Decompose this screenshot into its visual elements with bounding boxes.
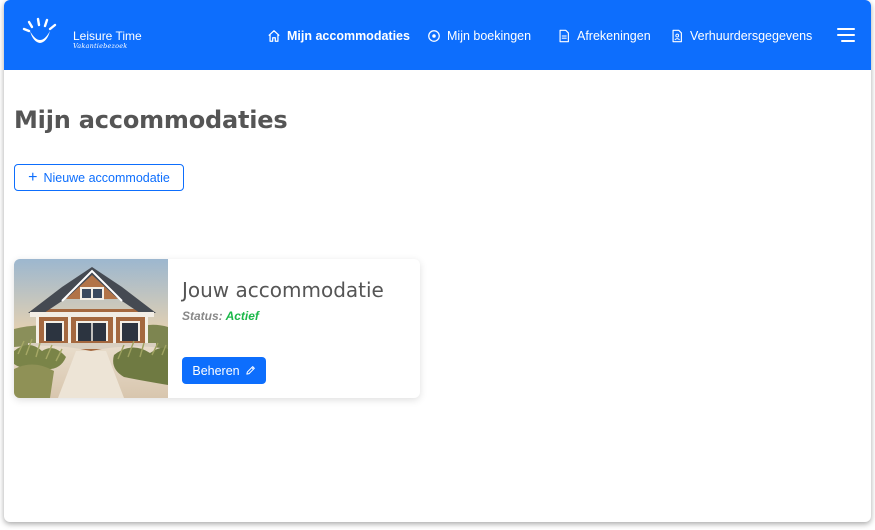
circle-dot-icon [428,30,440,42]
accommodation-status: Status: Actief [182,309,259,323]
nav-item-afrekeningen[interactable]: Afrekeningen [557,27,651,45]
home-icon [268,30,280,42]
hamburger-menu-icon[interactable] [837,27,857,43]
app-window: Leisure Time Vakantiebezoek Mijn accommo… [4,0,871,522]
new-accommodation-button[interactable]: + Nieuwe accommodatie [14,164,184,191]
accommodation-card: Jouw accommodatie Status: Actief Beheren [14,259,420,398]
top-navbar: Leisure Time Vakantiebezoek Mijn accommo… [4,0,871,70]
brand-subtitle: Vakantiebezoek [73,42,128,50]
brand-name: Leisure Time [73,29,142,43]
sun-logo-icon [22,17,57,43]
accommodation-image [14,259,168,398]
nav-label: Verhuurdersgegevens [690,29,813,43]
nav-item-mijn-boekingen[interactable]: Mijn boekingen [427,27,531,45]
document-icon [559,29,569,43]
manage-button[interactable]: Beheren [182,357,266,384]
page-title: Mijn accommodaties [14,106,288,134]
pencil-icon [245,366,255,375]
nav-label: Mijn boekingen [447,29,532,43]
nav-label: Afrekeningen [577,29,651,43]
nav-label: Mijn accommodaties [287,29,410,43]
nav-item-mijn-accommodaties[interactable]: Mijn accommodaties [267,27,410,45]
plus-icon: + [28,168,38,186]
brand[interactable]: Leisure Time Vakantiebezoek [20,17,170,53]
new-accommodation-label: Nieuwe accommodatie [43,170,170,185]
status-label: Status: [182,309,223,323]
accommodation-title: Jouw accommodatie [182,278,384,302]
status-badge: Actief [225,309,259,323]
person-document-icon [672,29,682,43]
manage-button-label: Beheren [192,363,240,378]
nav-item-verhuurdersgegevens[interactable]: Verhuurdersgegevens [670,27,812,45]
